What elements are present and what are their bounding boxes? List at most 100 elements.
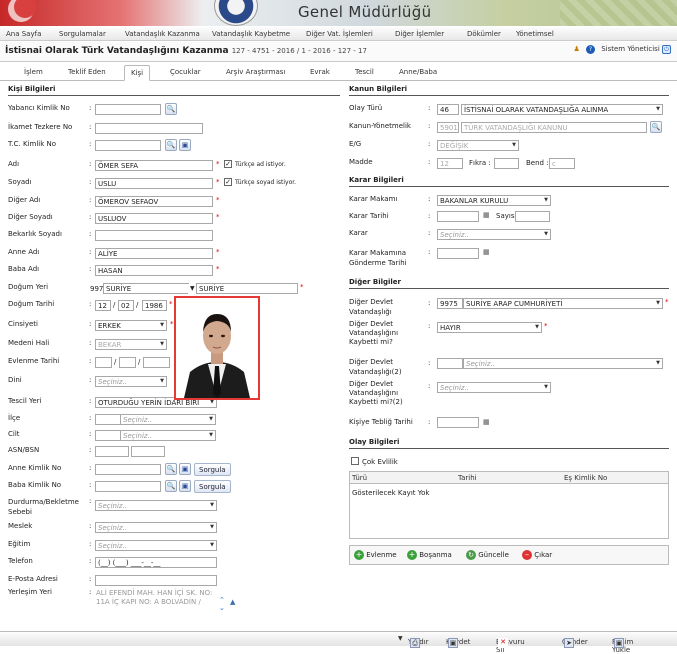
grid-col-tarihi[interactable]: Tarihi bbox=[458, 474, 477, 482]
dropdown-icon[interactable]: ▼ bbox=[398, 635, 403, 642]
scroll-arrows-icon[interactable]: ⌃ ⌄ bbox=[219, 596, 225, 612]
meslek-select[interactable]: Seçiniz.. bbox=[95, 522, 217, 533]
yerlesim-textarea[interactable]: ALİ EFENDİ MAH. HAN İÇİ SK. NO: 11A İÇ K… bbox=[95, 588, 217, 622]
dogum-ay-input[interactable]: 02 bbox=[118, 300, 134, 311]
guncelle-button[interactable]: ↻ Güncelle bbox=[466, 550, 509, 560]
image-icon[interactable]: ▣ bbox=[179, 480, 191, 492]
evlenme-button[interactable]: + Evlenme bbox=[354, 550, 397, 560]
anne-sorgula-button[interactable]: Sorgula bbox=[194, 463, 231, 476]
evlenme-yil-input[interactable] bbox=[143, 357, 170, 368]
telefon-input[interactable]: (__) (___) ___-__-__ bbox=[95, 557, 217, 568]
required-mark: * bbox=[170, 320, 174, 328]
tab-cocuklar[interactable]: Çocuklar bbox=[170, 68, 201, 76]
olay-kod-input[interactable]: 46 bbox=[437, 104, 459, 115]
anne-kimlik-input[interactable] bbox=[95, 464, 161, 475]
bekarlik-soyad-input[interactable] bbox=[95, 230, 213, 241]
baba-adi-input[interactable]: HASAN bbox=[95, 265, 213, 276]
calendar-icon[interactable]: ▦ bbox=[483, 211, 490, 219]
anne-adi-input[interactable]: ALİYE bbox=[95, 248, 213, 259]
kaybetti-select[interactable]: HAYIR bbox=[437, 322, 542, 333]
medeni-hal-select[interactable]: BEKAR bbox=[95, 339, 167, 350]
image-icon[interactable]: ▣ bbox=[179, 463, 191, 475]
diger-ad-input[interactable]: ÖMEROV SEFAOV bbox=[95, 196, 213, 207]
karar-makami-select[interactable]: BAKANLAR KURULU bbox=[437, 195, 551, 206]
cilt-kod-input[interactable] bbox=[95, 430, 121, 441]
durdurma-select[interactable]: Seçiniz.. bbox=[95, 500, 217, 511]
search-icon[interactable]: 🔍 bbox=[165, 480, 177, 492]
ilce-select[interactable]: Seçiniz.. bbox=[120, 414, 216, 425]
search-icon[interactable]: 🔍 bbox=[165, 139, 177, 151]
egitim-select[interactable]: Seçiniz.. bbox=[95, 540, 217, 551]
cok-evlilik-checkbox[interactable] bbox=[351, 457, 359, 465]
colon: : bbox=[89, 376, 92, 384]
menu-diger-vat[interactable]: Diğer Vat. İşlemleri bbox=[306, 30, 373, 38]
grid-col-es-kimlik[interactable]: Eş Kimlik No bbox=[564, 474, 607, 482]
dogum-yeri-select[interactable]: SURİYE bbox=[196, 283, 298, 294]
diger-soyad-input[interactable]: USLUOV bbox=[95, 213, 213, 224]
search-icon[interactable]: 🔍 bbox=[165, 463, 177, 475]
diger-devlet2-kod[interactable] bbox=[437, 358, 463, 369]
turkce-ad-checkbox[interactable]: ✓ bbox=[224, 160, 232, 168]
ilce-kod-input[interactable] bbox=[95, 414, 121, 425]
yabanci-kimlik-input[interactable] bbox=[95, 104, 161, 115]
cikar-button[interactable]: – Çıkar bbox=[522, 550, 552, 560]
fikra-input[interactable] bbox=[494, 158, 519, 169]
help-icon[interactable]: ? bbox=[585, 45, 595, 54]
sayisi-input[interactable] bbox=[515, 211, 550, 222]
diger-devlet-kod[interactable]: 9975 bbox=[437, 298, 463, 309]
user-icon[interactable]: ♟ bbox=[573, 45, 579, 53]
search-icon[interactable]: 🔍 bbox=[165, 103, 177, 115]
menu-ana-sayfa[interactable]: Ana Sayfa bbox=[6, 30, 41, 38]
baba-sorgula-button[interactable]: Sorgula bbox=[194, 480, 231, 493]
eposta-input[interactable] bbox=[95, 575, 217, 586]
cinsiyet-select[interactable]: ERKEK bbox=[95, 320, 167, 331]
colon: : bbox=[89, 265, 92, 273]
ikamet-input[interactable] bbox=[95, 123, 203, 134]
calendar-icon[interactable]: ▦ bbox=[483, 418, 490, 426]
baba-kimlik-input[interactable] bbox=[95, 481, 161, 492]
dogum-gun-input[interactable]: 12 bbox=[95, 300, 111, 311]
teblig-tarihi-input[interactable] bbox=[437, 417, 479, 428]
tab-anne-baba[interactable]: Anne/Baba bbox=[399, 68, 437, 76]
karar-tarihi-input[interactable] bbox=[437, 211, 479, 222]
dogum-yeri-input[interactable]: SURİYE bbox=[103, 283, 189, 294]
din-select[interactable]: Seçiniz.. bbox=[95, 376, 167, 387]
tc-kimlik-input[interactable] bbox=[95, 140, 161, 151]
evlenme-ay-input[interactable] bbox=[119, 357, 136, 368]
tab-evrak[interactable]: Evrak bbox=[310, 68, 330, 76]
calendar-icon[interactable]: ▦ bbox=[483, 248, 490, 256]
ad-input[interactable]: ÖMER SEFA bbox=[95, 160, 213, 171]
logout-icon[interactable]: ⏻ bbox=[662, 45, 671, 54]
asn-input[interactable] bbox=[95, 446, 129, 457]
dogum-yil-input[interactable]: 1986 bbox=[142, 300, 167, 311]
bosanma-button[interactable]: + Boşanma bbox=[407, 550, 452, 560]
kaybetti2-select[interactable]: Seçiniz.. bbox=[437, 382, 551, 393]
menu-vat-kazanma[interactable]: Vatandaşlık Kazanma bbox=[125, 30, 200, 38]
tab-islem[interactable]: İşlem bbox=[24, 68, 43, 76]
tab-arsiv[interactable]: Arşiv Araştırması bbox=[226, 68, 285, 76]
image-icon[interactable]: ▣ bbox=[179, 139, 191, 151]
menu-vat-kaybetme[interactable]: Vatandaşlık Kaybetme bbox=[212, 30, 290, 38]
home-icon[interactable]: ▲ bbox=[230, 598, 235, 606]
colon: : bbox=[89, 357, 92, 365]
diger-devlet-select[interactable]: SURİYE ARAP CUMHURİYETİ bbox=[463, 298, 663, 309]
menu-yonetimsel[interactable]: Yönetimsel bbox=[516, 30, 554, 38]
karar-select[interactable]: Seçiniz.. bbox=[437, 229, 551, 240]
gonderme-tarihi-input[interactable] bbox=[437, 248, 479, 259]
date-sep: / bbox=[114, 358, 117, 366]
tab-kisi[interactable]: Kişi bbox=[124, 65, 151, 81]
search-icon[interactable]: 🔍 bbox=[650, 121, 662, 133]
bsn-input[interactable] bbox=[131, 446, 165, 457]
grid-col-turu[interactable]: Türü bbox=[352, 474, 367, 482]
menu-sorgulamalar[interactable]: Sorgulamalar bbox=[59, 30, 106, 38]
diger-devlet2-select[interactable]: Seçiniz.. bbox=[463, 358, 663, 369]
olay-turu-select[interactable]: İSTİSNAİ OLARAK VATANDAŞLIĞA ALINMA bbox=[461, 104, 663, 115]
tab-tescil[interactable]: Tescil bbox=[355, 68, 374, 76]
evlenme-gun-input[interactable] bbox=[95, 357, 112, 368]
menu-diger-islemler[interactable]: Diğer İşlemler bbox=[395, 30, 444, 38]
soyad-input[interactable]: USLU bbox=[95, 178, 213, 189]
tab-teklif-eden[interactable]: Teklif Eden bbox=[68, 68, 106, 76]
cilt-select[interactable]: Seçiniz.. bbox=[120, 430, 216, 441]
menu-dokumler[interactable]: Dökümler bbox=[467, 30, 501, 38]
turkce-soyad-checkbox[interactable]: ✓ bbox=[224, 178, 232, 186]
